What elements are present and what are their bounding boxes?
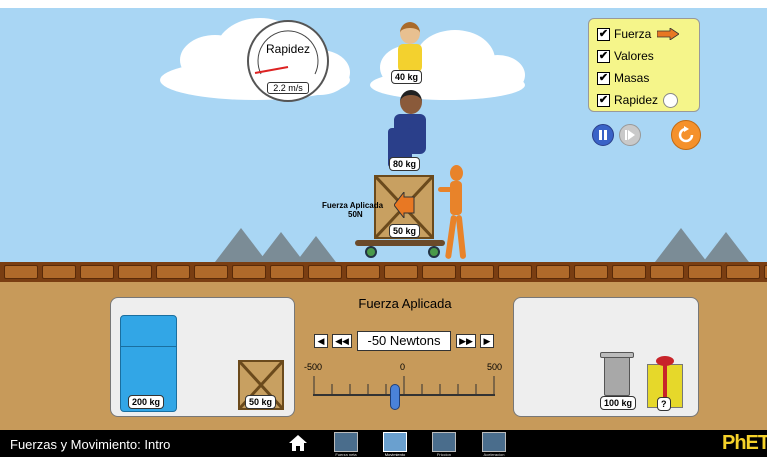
mannequin-leg bbox=[455, 214, 467, 260]
brick bbox=[42, 265, 76, 279]
speedometer: Rapidez 2.2 m/s bbox=[247, 20, 329, 102]
increment-large-button[interactable]: ▶▶ bbox=[456, 334, 476, 348]
brick bbox=[498, 265, 532, 279]
brick bbox=[308, 265, 342, 279]
screen-aceleracion-button[interactable] bbox=[482, 432, 506, 452]
applied-force-title: Fuerza Aplicada bbox=[322, 201, 384, 210]
force-value-field[interactable]: -50 Newtons bbox=[357, 331, 451, 351]
home-button[interactable] bbox=[288, 434, 308, 452]
force-arrow bbox=[394, 192, 415, 218]
check-icon: ✔ bbox=[597, 93, 610, 107]
brick bbox=[460, 265, 494, 279]
cloud bbox=[470, 55, 525, 95]
options-panel: ✔ Fuerza ✔ Valores ✔ Masas ✔ Rapidez bbox=[588, 18, 700, 112]
brick bbox=[650, 265, 684, 279]
brick bbox=[80, 265, 114, 279]
step-button[interactable] bbox=[619, 124, 641, 146]
checkbox-rapidez[interactable]: ✔ Rapidez bbox=[597, 89, 691, 111]
phet-logo[interactable]: PhET bbox=[722, 432, 767, 455]
reset-button[interactable] bbox=[671, 120, 701, 150]
mannequin-pusher bbox=[438, 165, 474, 261]
screen-aceleracion-label: Aceleracion bbox=[483, 452, 505, 457]
gift-mass-label: ? bbox=[657, 397, 671, 411]
skateboard bbox=[355, 240, 445, 246]
checkbox-rapidez-label: Rapidez bbox=[614, 93, 659, 107]
checkbox-fuerza-label: Fuerza bbox=[614, 27, 652, 41]
screen-movimiento-button[interactable] bbox=[383, 432, 407, 452]
screen-movimiento-label: Movimiento bbox=[384, 452, 406, 457]
brick bbox=[118, 265, 152, 279]
reset-icon bbox=[678, 126, 694, 143]
brick bbox=[726, 265, 760, 279]
speedometer-title: Rapidez bbox=[265, 42, 311, 56]
applied-force-value: 50N bbox=[348, 210, 363, 219]
speedometer-icon bbox=[663, 92, 679, 108]
screen-fuerza-neta-label: Fuerza neta bbox=[335, 452, 357, 457]
speedometer-needle bbox=[254, 66, 289, 74]
brick bbox=[574, 265, 608, 279]
mannequin-leg bbox=[444, 214, 458, 260]
refrigerator-door-line bbox=[121, 346, 176, 347]
gift-bow-icon bbox=[656, 356, 674, 366]
brick bbox=[422, 265, 456, 279]
slider-max-label: 500 bbox=[487, 362, 503, 372]
check-icon: ✔ bbox=[597, 71, 610, 85]
screen-friccion-label: Friccion bbox=[436, 452, 451, 457]
force-arrow-icon bbox=[657, 28, 680, 40]
brick bbox=[4, 265, 38, 279]
man-mass-label: 80 kg bbox=[389, 157, 421, 171]
brick bbox=[156, 265, 190, 279]
brick bbox=[612, 265, 646, 279]
brick bbox=[536, 265, 570, 279]
check-icon: ✔ bbox=[597, 27, 610, 41]
girl-mass-label: 40 kg bbox=[391, 70, 423, 84]
decrement-small-button[interactable]: ◀ bbox=[314, 334, 328, 348]
screen-friccion-button[interactable] bbox=[432, 432, 456, 452]
brick bbox=[384, 265, 418, 279]
shelf-crate-mass-label: 50 kg bbox=[245, 395, 277, 409]
crate-mass-label: 50 kg bbox=[389, 224, 421, 238]
checkbox-valores-label: Valores bbox=[614, 49, 654, 63]
decrement-large-button[interactable]: ◀◀ bbox=[332, 334, 352, 348]
mannequin-arm bbox=[438, 187, 454, 192]
force-control-title: Fuerza Aplicada bbox=[358, 296, 452, 311]
brick bbox=[194, 265, 228, 279]
slider-min-label: -500 bbox=[304, 362, 323, 372]
speedometer-value: 2.2 m/s bbox=[267, 82, 309, 94]
mannequin-head bbox=[450, 165, 463, 181]
refrigerator-mass-label: 200 kg bbox=[128, 395, 165, 409]
screen-fuerza-neta-button[interactable] bbox=[334, 432, 358, 452]
man-head bbox=[400, 90, 422, 114]
increment-small-button[interactable]: ▶ bbox=[480, 334, 494, 348]
girl-head bbox=[400, 22, 420, 44]
brick bbox=[346, 265, 380, 279]
trash-can-lid bbox=[600, 352, 634, 358]
force-slider-thumb[interactable] bbox=[390, 384, 400, 410]
pause-button[interactable] bbox=[592, 124, 614, 146]
step-icon bbox=[625, 130, 635, 140]
check-icon: ✔ bbox=[597, 49, 610, 63]
mountain bbox=[700, 232, 752, 266]
checkbox-fuerza[interactable]: ✔ Fuerza bbox=[597, 23, 691, 45]
pause-icon bbox=[599, 130, 607, 140]
trash-can[interactable] bbox=[604, 356, 630, 396]
checkbox-masas-label: Masas bbox=[614, 71, 650, 85]
slider-mid-label: 0 bbox=[400, 362, 406, 372]
brick bbox=[688, 265, 722, 279]
force-slider-ticks bbox=[313, 376, 495, 394]
checkbox-valores[interactable]: ✔ Valores bbox=[597, 45, 691, 67]
trash-can-mass-label: 100 kg bbox=[600, 396, 637, 410]
brick bbox=[232, 265, 266, 279]
sim-title: Fuerzas y Movimiento: Intro bbox=[10, 437, 171, 452]
girl-body bbox=[398, 44, 422, 72]
home-icon bbox=[289, 435, 307, 451]
brick bbox=[270, 265, 304, 279]
checkbox-masas[interactable]: ✔ Masas bbox=[597, 67, 691, 89]
skateboard-wheel bbox=[365, 246, 377, 258]
brick-track bbox=[0, 262, 767, 282]
